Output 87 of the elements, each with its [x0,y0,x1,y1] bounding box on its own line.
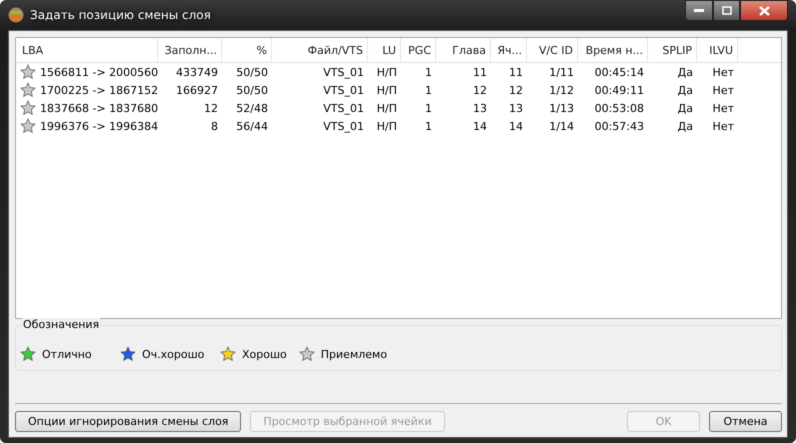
star-icon [20,64,36,80]
table-cell: 50/50 [236,66,268,78]
table-cell: 14 [473,120,487,132]
table-cell: 1 [425,120,432,132]
table-cell: 12 [204,102,218,114]
app-icon [8,7,24,23]
table-cell: VTS_01 [323,84,364,96]
maximize-button[interactable] [713,0,740,21]
table-cell: 166927 [176,84,218,96]
table-cell: 433749 [176,66,218,78]
column-header[interactable]: LBA [16,38,158,62]
table-cell: 11 [509,66,523,78]
table-cell: 14 [509,120,523,132]
table-cell: Н/П [376,102,397,114]
star-icon [20,346,36,362]
column-header[interactable]: ILVU [697,38,738,62]
table-cell: VTS_01 [323,102,364,114]
table-cell: 1/14 [549,120,574,132]
table-row[interactable]: 1837668 -> 1837680 12 52/48 VTS_01 Н/П 1 13 13 1/13 00:53:08 Да Нет [16,99,781,117]
table-cell: 00:53:08 [594,102,644,114]
column-header[interactable]: Файл/VTS [272,38,368,62]
column-header[interactable]: PGC [401,38,436,62]
table-cell: Нет [712,84,734,96]
table-cell: Нет [712,66,734,78]
table-cell: Да [678,66,693,78]
table-cell: 12 [509,84,523,96]
dialog-button[interactable]: Опции игнорирования смены слоя [15,411,242,432]
close-button[interactable] [740,0,788,21]
window-title: Задать позицию смены слоя [30,8,211,22]
table-cell: Нет [712,102,734,114]
table-cell: 1700225 -> 1867152 [40,84,158,96]
legend-label: Хорошо [242,348,287,360]
legend-label: Приемлемо [320,348,388,360]
minimize-button[interactable] [685,0,713,21]
table-cell: 1/13 [549,102,574,114]
table-cell: 1 [425,84,432,96]
table-cell: 13 [509,102,523,114]
table-cell: 00:57:43 [594,120,644,132]
column-header[interactable]: % [222,38,272,62]
table-cell: 1 [425,66,432,78]
table-cell: Да [678,102,693,114]
legend-label: Отлично [42,348,92,360]
column-header[interactable]: Заполн... [158,38,222,62]
table-cell: Да [678,84,693,96]
table-row[interactable]: 1700225 -> 1867152 166927 50/50 VTS_01 Н/П 1 12 12 1/12 00:49:11 Да Нет [16,81,781,99]
table-cell: Нет [712,120,734,132]
table-cell: 1566811 -> 2000560 [40,66,158,78]
table-cell: 00:45:14 [594,66,644,78]
minimize-icon [694,9,704,12]
column-header[interactable]: Глава [436,38,491,62]
legend-title: Обозначения [22,318,100,331]
star-icon [298,346,315,362]
table-cell: 50/50 [236,84,268,96]
star-icon [20,100,36,116]
column-header[interactable]: LU [368,38,401,62]
table-cell: 00:49:11 [594,84,644,96]
table-cell: Н/П [376,84,397,96]
table-cell: 56/44 [236,120,268,132]
table-row[interactable]: 1566811 -> 2000560 433749 50/50 VTS_01 Н/П 1 11 11 1/11 00:45:14 Да Нет [16,63,781,81]
star-icon [220,346,236,362]
column-header[interactable]: Яч... [491,38,527,62]
close-icon [758,6,770,16]
table-cell: 1/11 [549,66,574,78]
column-header[interactable]: V/C ID [527,38,578,62]
table-cell: 8 [211,120,218,132]
dialog-button[interactable]: Отмена [709,411,782,432]
maximize-icon [722,6,732,15]
column-header[interactable]: SPLIP [648,38,697,62]
star-icon [20,82,36,98]
star-icon [120,346,136,362]
table-cell: 1837668 -> 1837680 [40,102,158,114]
table-cell: 1/12 [549,84,574,96]
table-cell: 52/48 [236,102,268,114]
table-cell: VTS_01 [323,120,364,132]
table-cell: 13 [473,102,487,114]
table-cell: VTS_01 [323,66,364,78]
table-cell: Н/П [376,120,397,132]
table-cell: Да [678,120,693,132]
table-cell: Н/П [376,66,397,78]
legend-label: Оч.хорошо [142,348,204,360]
star-icon [20,118,36,134]
table-cell: 11 [473,66,487,78]
table-cell: 1 [425,102,432,114]
table-row[interactable]: 1996376 -> 1996384 8 56/44 VTS_01 Н/П 1 14 14 1/14 00:57:43 Да Нет [16,117,781,135]
column-header[interactable]: Время н... [578,38,648,62]
table-cell: 1996376 -> 1996384 [40,120,158,132]
table-cell: 12 [473,84,487,96]
